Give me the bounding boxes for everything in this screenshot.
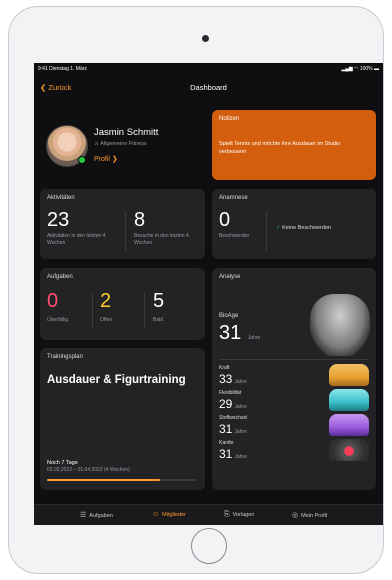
activities-label: Aktivitäten in den letzten 4 Wochen (47, 233, 106, 246)
bioage-value: 31 (219, 322, 242, 344)
flexibility-torso-icon (329, 389, 369, 411)
anamnese-divider (266, 211, 267, 251)
analyse-row-cardio[interactable]: Kardio 31 Jahre (219, 439, 371, 462)
cardio-torso-icon (329, 439, 369, 461)
tab-label: Vorlagen (232, 512, 255, 518)
tab-members[interactable]: ☺ Mitglieder (152, 511, 186, 518)
checklist-icon: ☰ (80, 512, 87, 519)
activities-value: 23 (47, 209, 70, 231)
open-value: 2 (100, 290, 112, 312)
activities-title: Aktivitäten (47, 195, 75, 201)
tab-bar: ☰ Aufgaben ☺ Mitglieder ⎘ Vorlagen ◎ Mein Pr… (34, 504, 383, 525)
tasks-title: Aufgaben (47, 274, 73, 280)
overdue-label: Überfällig (47, 317, 69, 323)
analyse-card[interactable]: Analyse BioAge 31 Jahre Kraft 33 Jahre Fl… (212, 268, 376, 490)
cardio-value: 31 (219, 447, 233, 461)
status-bar: 9:41 Dienstag 1. März ▂▄▆ ◠ 100% ▬ (38, 66, 379, 76)
home-button[interactable] (191, 528, 227, 564)
front-camera (202, 35, 209, 42)
visits-label: Besuche in den letzten 4 Wochen (134, 233, 189, 246)
complaints-value: 0 (219, 209, 231, 231)
metabolism-torso-icon (329, 414, 369, 436)
profile-icon: ◎ (292, 512, 299, 519)
status-right: ▂▄▆ ◠ 100% ▬ (341, 66, 379, 72)
profile-name: Jasmin Schmitt (94, 127, 159, 138)
page-title: Dashboard (190, 83, 227, 92)
online-status-dot (78, 156, 86, 164)
metabolism-unit: Jahre (234, 429, 247, 435)
profile-link-label: Profil (94, 156, 110, 163)
status-time: 9:41 Dienstag 1. März (38, 66, 87, 72)
open-label: Offen (100, 317, 113, 323)
tab-label: Aufgaben (89, 513, 113, 519)
bioage-value-wrap: 31 Jahre (219, 322, 260, 345)
visits-value: 8 (134, 209, 146, 231)
analyse-row-value: 29 Jahre (219, 397, 247, 411)
complaints-label: Beschwerden (219, 233, 250, 239)
anamnese-card[interactable]: Anamnese 0 Beschwerden ✓ Keine Beschwerd… (212, 189, 376, 259)
battery-percent: 100% (359, 66, 373, 72)
profile-category: ⚔ Allgemeine Fitness (94, 141, 147, 147)
members-icon: ☺ (152, 511, 160, 518)
analyse-row-label: Kardio (219, 440, 234, 446)
soon-label: Bald (153, 317, 164, 323)
chevron-right-icon: ❯ (111, 156, 118, 163)
analyse-divider (219, 359, 369, 360)
training-plan-name: Ausdauer & Figurtraining (47, 374, 186, 386)
tab-label: Mein Profil (301, 513, 328, 519)
analyse-row-value: 33 Jahre (219, 372, 247, 386)
analyse-row-label: Flexibilität (219, 390, 242, 396)
analyse-row-label: Kraft (219, 365, 230, 371)
tab-my-profile[interactable]: ◎ Mein Profil (292, 511, 327, 519)
activities-divider (125, 211, 126, 251)
flexibility-value: 29 (219, 397, 233, 411)
notes-text: Spielt Tennis und möchte ihre Ausdauer i… (219, 141, 341, 155)
bioage-unit: Jahre (247, 335, 261, 341)
strength-unit: Jahre (234, 379, 247, 385)
overdue-value: 0 (47, 290, 59, 312)
training-date-range: 02.03.2022 – 01.04.2022 (4 Wochen) (47, 467, 130, 473)
tab-templates[interactable]: ⎘ Vorlagen (224, 511, 254, 519)
analyse-row-metabolism[interactable]: Stoffwechsel 31 Jahre (219, 414, 371, 437)
tab-tasks[interactable]: ☰ Aufgaben (80, 511, 113, 519)
analyse-row-value: 31 Jahre (219, 447, 247, 461)
notes-title: Notizen (219, 116, 240, 122)
profile-link[interactable]: Profil ❯ (94, 155, 118, 163)
analyse-title: Analyse (219, 274, 241, 280)
anamnese-status-text: Keine Beschwerden (282, 225, 332, 231)
training-progress-fill (47, 479, 160, 481)
profile-category-text: Allgemeine Fitness (100, 141, 147, 147)
anamnese-title: Anamnese (219, 195, 248, 201)
templates-icon: ⎘ (224, 511, 230, 518)
tasks-card[interactable]: Aufgaben 0 Überfällig 2 Offen 5 Bald (40, 268, 205, 340)
tasks-divider-1 (92, 292, 93, 328)
tasks-divider-2 (144, 292, 145, 328)
avatar (46, 125, 88, 167)
metabolism-value: 31 (219, 422, 233, 436)
body-figure-icon (310, 294, 370, 356)
cardio-unit: Jahre (234, 454, 247, 460)
analyse-row-strength[interactable]: Kraft 33 Jahre (219, 364, 371, 387)
training-plan-title: Trainingsplan (47, 354, 83, 360)
soon-value: 5 (153, 290, 165, 312)
anamnese-status: ✓ Keine Beschwerden (276, 225, 331, 231)
analyse-row-value: 31 Jahre (219, 422, 247, 436)
checkmark-icon: ✓ (276, 225, 281, 231)
bioage-label: BioAge (219, 313, 239, 319)
flexibility-unit: Jahre (234, 404, 247, 410)
tab-label: Mitglieder (162, 512, 186, 518)
training-remaining: Noch 7 Tage (47, 460, 78, 466)
strength-value: 33 (219, 372, 233, 386)
training-plan-card[interactable]: Trainingsplan Ausdauer & Figurtraining N… (40, 348, 205, 490)
notes-card[interactable]: Notizen Spielt Tennis und möchte ihre Au… (212, 110, 376, 180)
analyse-row-flexibility[interactable]: Flexibilität 29 Jahre (219, 389, 371, 412)
dumbbell-icon: ⚔ (94, 141, 99, 147)
navigation-bar: ❮ Zurück Dashboard (34, 81, 383, 97)
activities-card[interactable]: Aktivitäten 23 Aktivitäten in den letzte… (40, 189, 205, 259)
strength-torso-icon (329, 364, 369, 386)
app-screen: 9:41 Dienstag 1. März ▂▄▆ ◠ 100% ▬ ❮ Zur… (34, 63, 383, 525)
analyse-row-label: Stoffwechsel (219, 415, 248, 421)
training-progress-track (47, 479, 197, 481)
